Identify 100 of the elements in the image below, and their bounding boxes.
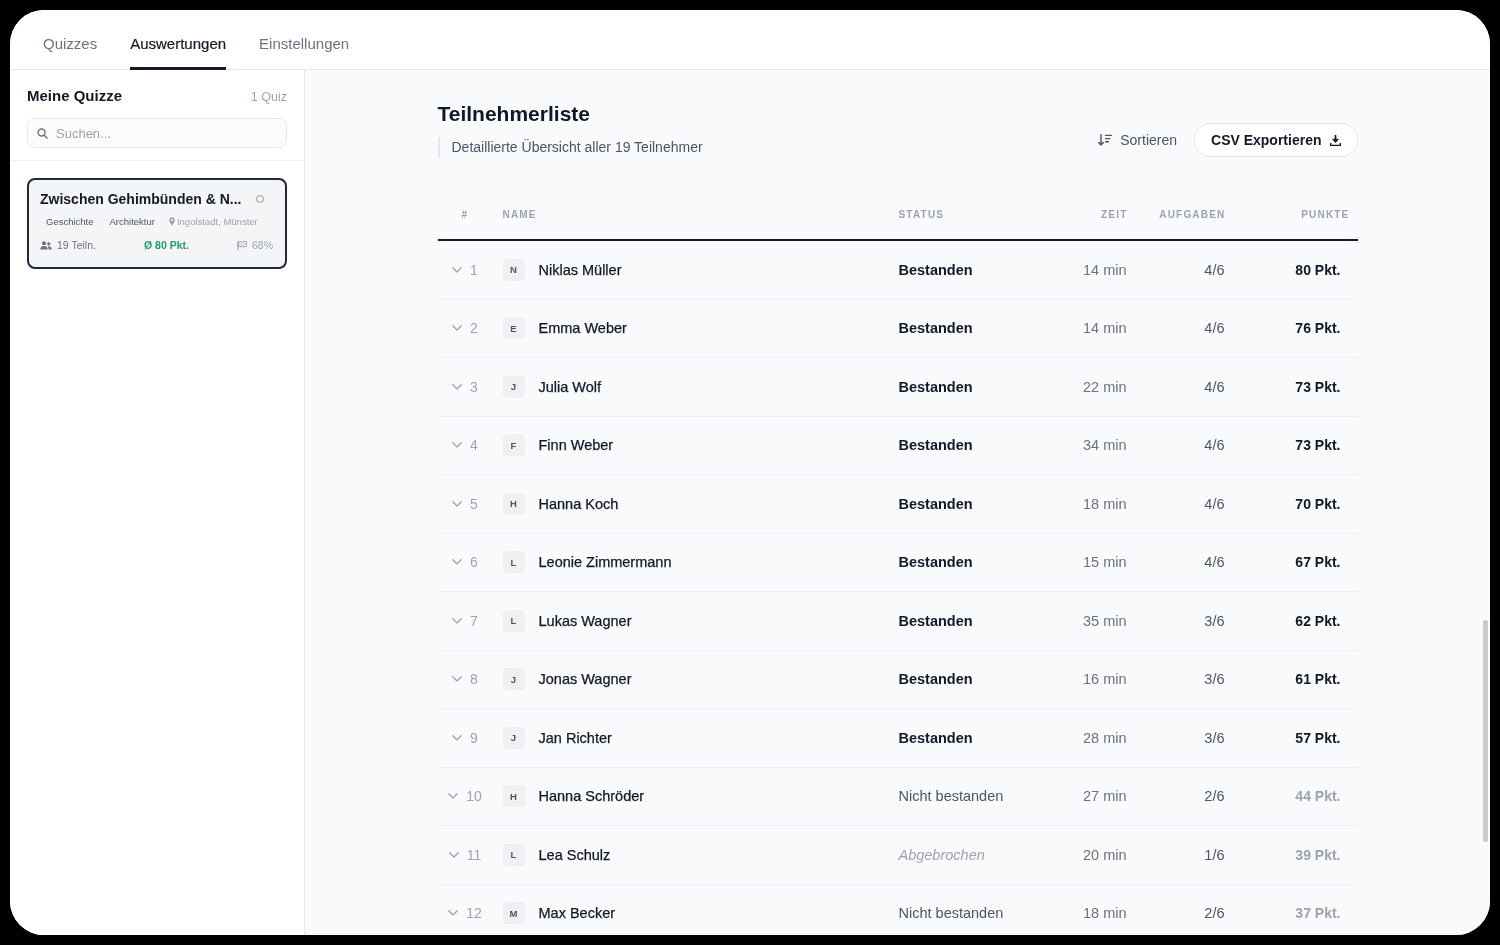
- chevron-down-icon[interactable]: [452, 559, 463, 566]
- status-text: Bestanden: [898, 612, 973, 629]
- participant-name: Leonie Zimmermann: [538, 554, 672, 571]
- points-text: 37 Pkt.: [1295, 905, 1341, 922]
- circle-icon: [256, 195, 264, 203]
- people-icon: [40, 240, 52, 250]
- time-text: 16 min: [1082, 671, 1127, 688]
- status-text: Nicht bestanden: [898, 788, 1004, 805]
- tasks-text: 4/6: [1204, 437, 1225, 454]
- tasks-text: 1/6: [1204, 846, 1225, 863]
- tab[interactable]: Einstellungen: [259, 10, 350, 70]
- time-text: 34 min: [1082, 437, 1127, 454]
- chevron-down-icon[interactable]: [452, 383, 463, 390]
- pin-icon: [168, 217, 175, 226]
- status-text: Bestanden: [898, 378, 973, 395]
- participant-name: Lea Schulz: [538, 846, 611, 863]
- time-text: 18 min: [1082, 495, 1127, 512]
- avatar: M: [502, 902, 525, 925]
- avatar: L: [502, 551, 525, 574]
- tasks-text: 3/6: [1204, 671, 1225, 688]
- avatar: H: [502, 492, 525, 515]
- tasks-text: 4/6: [1204, 378, 1225, 395]
- avatar: H: [502, 785, 525, 808]
- chevron-down-icon[interactable]: [448, 793, 459, 800]
- chevron-down-icon[interactable]: [452, 676, 463, 683]
- points-text: 73 Pkt.: [1295, 378, 1341, 395]
- avatar: L: [502, 609, 525, 632]
- row-number: 2: [470, 320, 478, 337]
- tab[interactable]: Quizzes: [43, 10, 98, 70]
- csv-export-button[interactable]: CSV Exportieren: [1194, 123, 1358, 157]
- quiz-card[interactable]: Zwischen Gehimbünden & N... Geschichte Architektur Ingolstadt, Münster 19 Teiln. Ø 80 Pkt. 68%: [27, 178, 287, 269]
- column-header: NAME: [502, 209, 538, 220]
- time-text: 22 min: [1082, 378, 1127, 395]
- row-number: 5: [470, 495, 478, 512]
- row-number: 3: [470, 378, 478, 395]
- participant-name: Finn Weber: [538, 437, 614, 454]
- participant-name: Lukas Wagner: [538, 612, 632, 629]
- search-icon: [37, 128, 48, 139]
- avatar: L: [502, 843, 525, 866]
- status-text: Bestanden: [898, 554, 973, 571]
- column-header: STATUS: [898, 209, 946, 220]
- avatar: J: [502, 375, 525, 398]
- chevron-down-icon[interactable]: [452, 500, 463, 507]
- row-number: 4: [470, 437, 478, 454]
- points-text: 67 Pkt.: [1295, 554, 1341, 571]
- time-text: 27 min: [1082, 788, 1127, 805]
- status-text: Bestanden: [898, 320, 973, 337]
- points-text: 57 Pkt.: [1295, 729, 1341, 746]
- tasks-text: 4/6: [1204, 495, 1225, 512]
- row-number: 1: [470, 261, 478, 278]
- participant-name: Emma Weber: [538, 320, 627, 337]
- download-icon: [1329, 134, 1341, 146]
- chevron-down-icon[interactable]: [452, 266, 463, 273]
- topic-label: Architektur: [108, 216, 156, 227]
- chevron-down-icon[interactable]: [448, 851, 459, 858]
- participants-count: 19 Teiln.: [57, 239, 96, 251]
- tasks-text: 3/6: [1204, 612, 1225, 629]
- status-text: Bestanden: [898, 671, 973, 688]
- avatar: J: [502, 726, 525, 749]
- topic-label: Geschichte: [45, 216, 95, 227]
- row-number: 7: [470, 612, 478, 629]
- status-text: Nicht bestanden: [898, 905, 1004, 922]
- row-number: 12: [466, 905, 482, 922]
- quiz-count: 1 Quiz: [250, 90, 287, 104]
- tasks-text: 4/6: [1204, 554, 1225, 571]
- row-number: 11: [466, 846, 482, 863]
- chevron-down-icon[interactable]: [452, 325, 463, 332]
- participant-name: Hanna Schröder: [538, 788, 645, 805]
- search-field[interactable]: Suchen...: [27, 118, 287, 148]
- points-text: 44 Pkt.: [1295, 788, 1341, 805]
- points-text: 73 Pkt.: [1295, 437, 1341, 454]
- status-text: Bestanden: [898, 261, 973, 278]
- participant-name: Hanna Koch: [538, 495, 619, 512]
- flag-icon: [236, 240, 247, 250]
- chevron-down-icon[interactable]: [452, 442, 463, 449]
- scrollbar-thumb[interactable]: [1483, 620, 1488, 842]
- status-text: Bestanden: [898, 437, 973, 454]
- points-text: 39 Pkt.: [1295, 846, 1341, 863]
- sort-button[interactable]: Sortieren: [1098, 132, 1177, 148]
- status-text: Bestanden: [898, 729, 973, 746]
- column-header: ZEIT: [1100, 209, 1128, 220]
- column-header: #: [460, 209, 470, 220]
- points-text: 80 Pkt.: [1295, 261, 1341, 278]
- participant-name: Jan Richter: [538, 729, 612, 746]
- time-text: 20 min: [1082, 846, 1127, 863]
- quiz-title: Zwischen Gehimbünden & N...: [40, 191, 242, 207]
- sort-icon: [1098, 134, 1113, 146]
- avatar: F: [502, 434, 525, 457]
- tasks-text: 3/6: [1204, 729, 1225, 746]
- row-number: 9: [470, 729, 478, 746]
- tasks-text: 4/6: [1204, 261, 1225, 278]
- time-text: 28 min: [1082, 729, 1127, 746]
- chevron-down-icon[interactable]: [452, 617, 463, 624]
- points-text: 70 Pkt.: [1295, 495, 1341, 512]
- chevron-down-icon[interactable]: [448, 910, 459, 917]
- time-text: 14 min: [1082, 320, 1127, 337]
- tasks-text: 4/6: [1204, 320, 1225, 337]
- tasks-text: 2/6: [1204, 905, 1225, 922]
- chevron-down-icon[interactable]: [452, 734, 463, 741]
- time-text: 35 min: [1082, 612, 1127, 629]
